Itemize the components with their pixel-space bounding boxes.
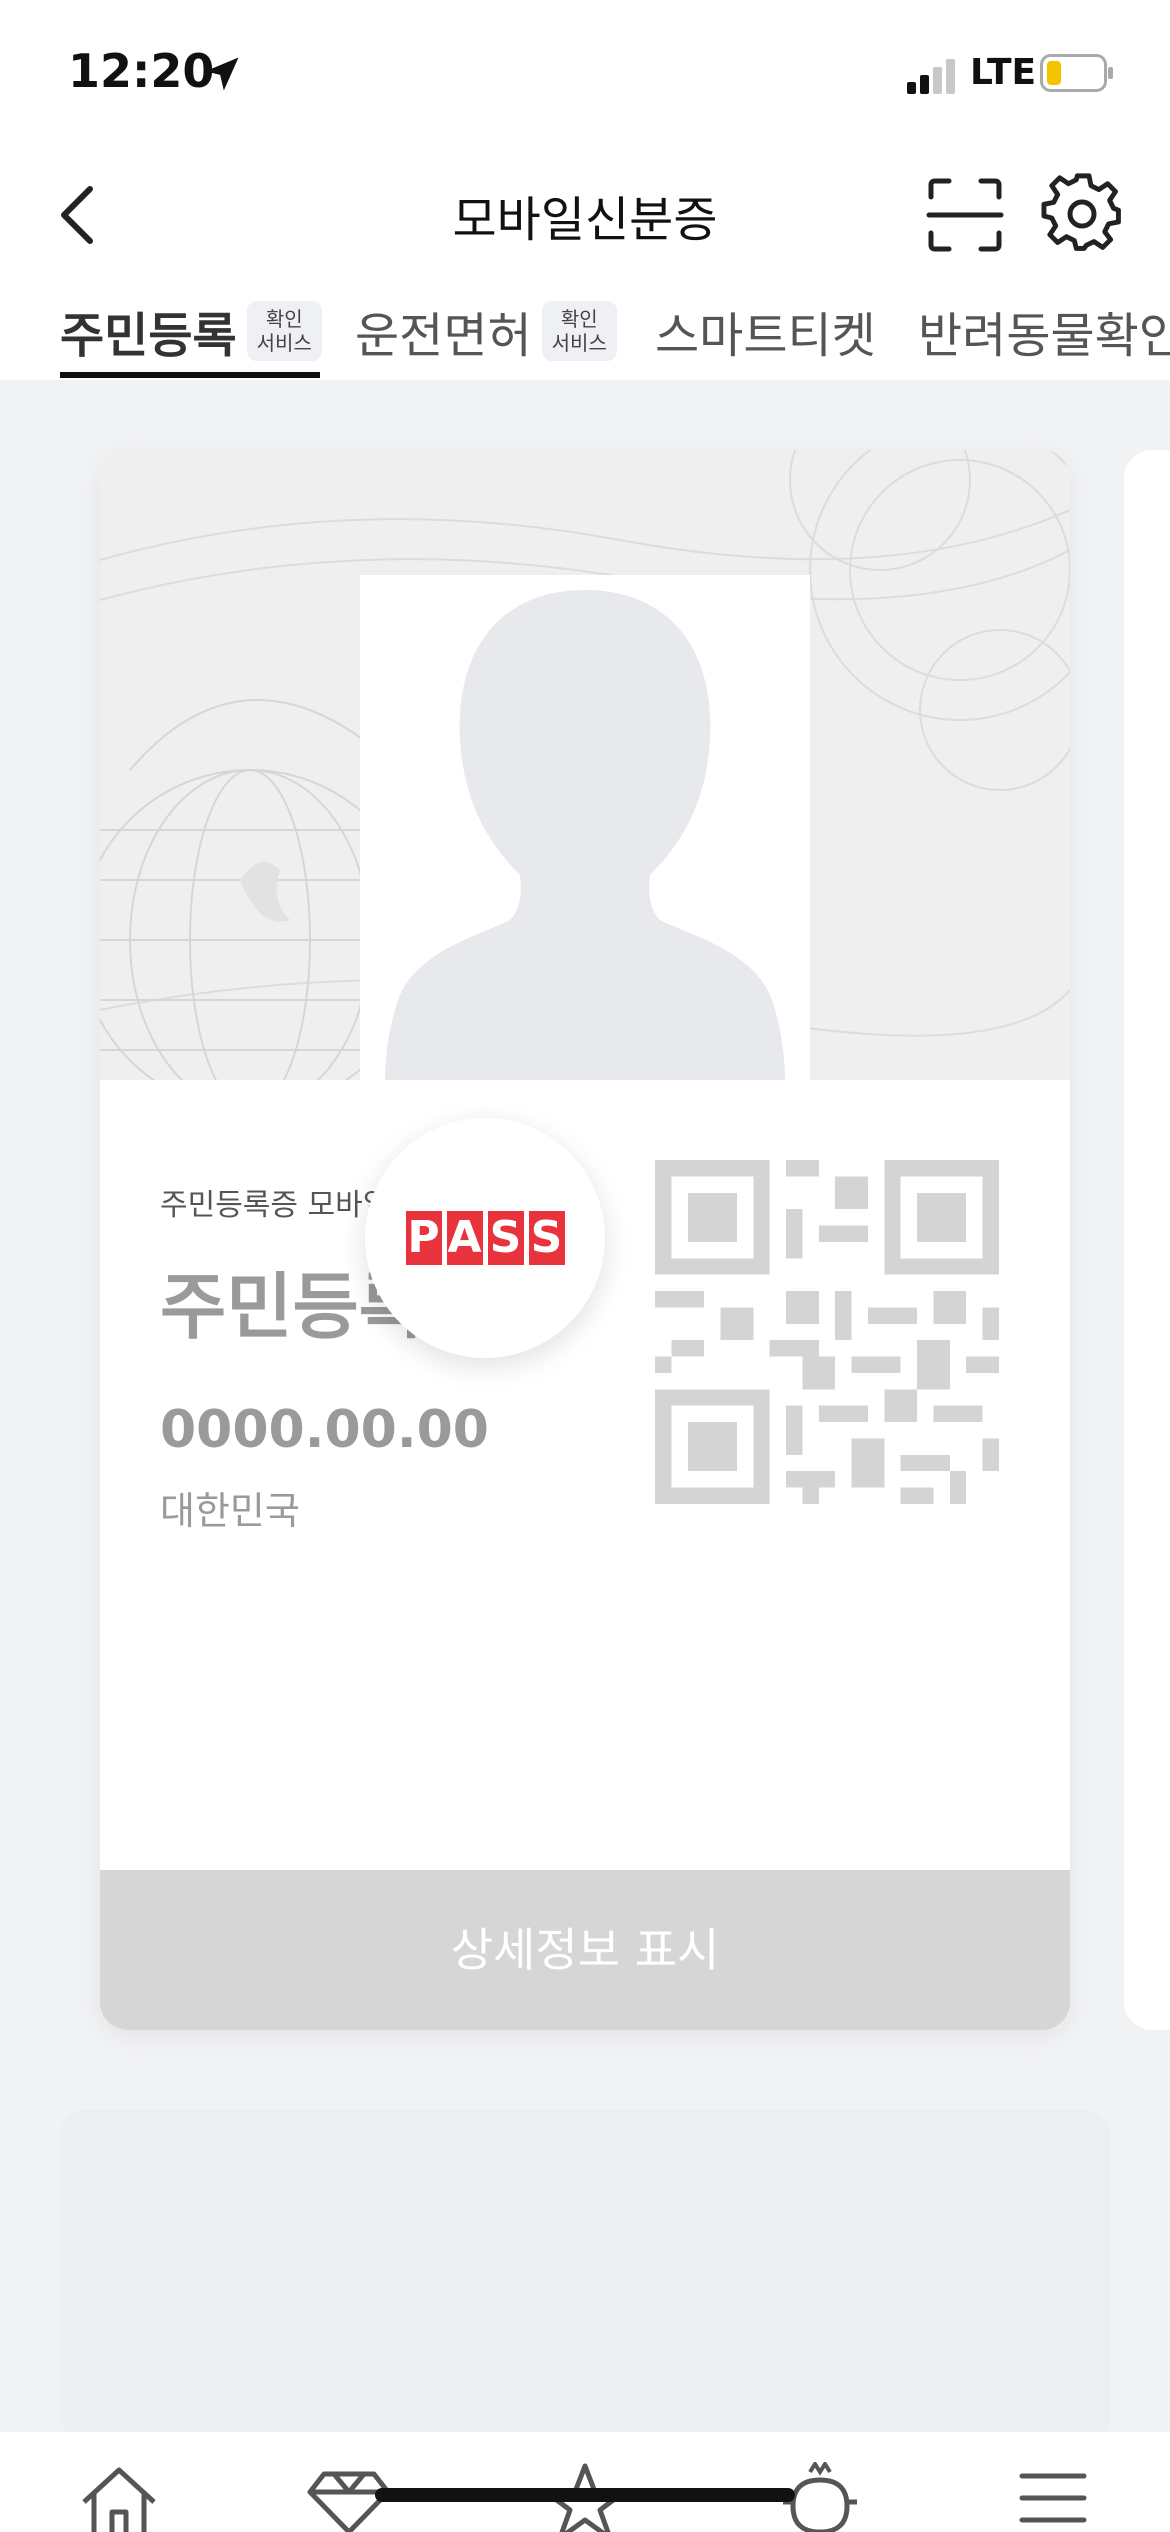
tab-label: 스마트티켓 <box>655 308 876 364</box>
bottom-tab-bar <box>0 2432 1170 2532</box>
tab-label: 주민등록 <box>60 308 237 364</box>
verification-badge: 확인 서비스 <box>541 301 617 361</box>
id-type-tabs: 주민등록 확인 서비스 운전면허 확인 서비스 스마트티켓 반려동물확인 <box>0 280 1170 380</box>
battery-icon <box>1040 54 1113 92</box>
card-photo-area <box>100 450 1070 1080</box>
banner-placeholder <box>60 2110 1110 2440</box>
pass-letter: P <box>405 1211 442 1265</box>
menu-icon[interactable] <box>1008 2462 1098 2532</box>
gear-icon[interactable] <box>1040 172 1124 256</box>
app-header: 모바일신분증 <box>0 150 1170 280</box>
tab-pet-verification[interactable]: 반려동물확인 <box>918 290 1170 372</box>
pass-letter: A <box>446 1211 483 1265</box>
tab-drivers-license[interactable]: 운전면허 확인 서비스 <box>355 290 617 372</box>
qr-code-icon <box>655 1160 999 1504</box>
country-label: 대한민국 <box>160 1489 300 1533</box>
id-photo <box>360 575 810 1080</box>
tab-resident-registration[interactable]: 주민등록 확인 서비스 <box>60 290 322 372</box>
scan-icon[interactable] <box>925 175 1005 255</box>
tab-label: 반려동물확인 <box>918 308 1170 364</box>
signal-strength-icon <box>907 59 955 94</box>
show-details-button[interactable]: 상세정보 표시 <box>100 1870 1070 2030</box>
badge-line: 확인 <box>560 307 598 331</box>
verification-badge: 확인 서비스 <box>246 301 322 361</box>
person-silhouette-icon <box>385 590 785 1080</box>
pass-letter: S <box>528 1211 565 1265</box>
next-card-preview[interactable] <box>1124 450 1170 2030</box>
status-bar: 12:20 LTE <box>0 0 1170 150</box>
pass-logo: P A S S <box>365 1118 605 1358</box>
status-time: 12:20 <box>68 44 215 98</box>
active-tab-indicator <box>60 372 320 378</box>
home-indicator <box>375 2488 795 2502</box>
badge-line: 서비스 <box>551 331 607 355</box>
pass-logo-text: P A S S <box>405 1211 565 1265</box>
badge-line: 확인 <box>265 307 303 331</box>
tab-smart-ticket[interactable]: 스마트티켓 <box>655 290 876 372</box>
network-label: LTE <box>970 52 1037 93</box>
tab-label: 운전면허 <box>355 308 532 364</box>
badge-line: 서비스 <box>256 331 312 355</box>
location-arrow-icon <box>205 57 239 91</box>
pass-letter: S <box>487 1211 524 1265</box>
home-icon[interactable] <box>74 2462 164 2532</box>
issue-date: 0000.00.00 <box>160 1400 489 1460</box>
